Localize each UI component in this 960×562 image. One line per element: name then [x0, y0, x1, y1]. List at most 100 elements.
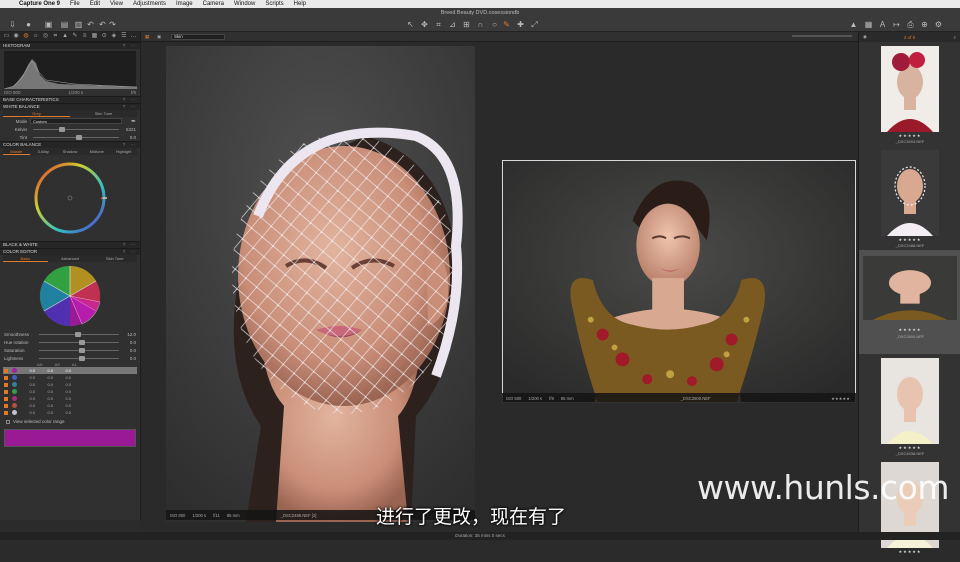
thumbnail-image[interactable]: [881, 46, 939, 132]
eye-icon[interactable]: ◉: [863, 34, 867, 40]
tab-shadow[interactable]: Shadow: [57, 148, 84, 155]
black-white-header[interactable]: BLACK & WHITE ? ⋯: [0, 241, 140, 248]
trash-icon[interactable]: ▥: [74, 20, 83, 29]
thumbnail-rating[interactable]: ★★★★★: [859, 133, 960, 138]
tab-advanced[interactable]: Advanced: [48, 255, 93, 262]
crop-icon[interactable]: ⌗: [434, 20, 443, 29]
thumbnail-rating[interactable]: ★★★★★: [859, 327, 960, 332]
tab-master[interactable]: Master: [3, 148, 30, 155]
wb-mode-select[interactable]: Custom: [30, 118, 122, 124]
thumbnail-image[interactable]: [881, 150, 939, 236]
local-adjust-tab-icon[interactable]: ✎: [71, 33, 78, 40]
hue-rotation-value[interactable]: 0.0: [122, 340, 136, 345]
color-range-row[interactable]: 0.0 0.0 0.0: [3, 395, 137, 402]
keystone-icon[interactable]: ⊞: [462, 20, 471, 29]
composition-tab-icon[interactable]: ⌗: [52, 33, 59, 40]
tab-3-way[interactable]: 3-Way: [30, 148, 57, 155]
color-range-row[interactable]: 0.0 0.0 0.0: [3, 367, 137, 374]
details-tab-icon[interactable]: ▲: [62, 33, 69, 40]
tab-skin-tone[interactable]: Skin Tone: [70, 110, 137, 117]
cursor-icon[interactable]: ↖: [406, 20, 415, 29]
menu-camera[interactable]: Camera: [198, 1, 229, 7]
white-balance-header[interactable]: WHITE BALANCE ? ⋯: [0, 103, 140, 110]
view-selected-range[interactable]: View selected color range: [0, 416, 140, 427]
exposure-tab-icon[interactable]: ☼: [32, 33, 39, 40]
guides-icon[interactable]: ▣: [157, 34, 161, 40]
adjustments-tab-icon[interactable]: ≡: [81, 33, 88, 40]
filmstrip-thumbnail[interactable]: ★★★★★ _DSC2600.NEF: [859, 250, 960, 354]
color-editor-wheel[interactable]: [0, 262, 140, 330]
base-characteristics-header[interactable]: BASE CHARACTERISTICS ? ⋯: [0, 96, 140, 103]
eyedropper-icon[interactable]: ✒: [122, 118, 136, 125]
hue-rotation-slider[interactable]: [39, 339, 119, 345]
redo-icon[interactable]: ↷: [108, 20, 117, 29]
spot-icon[interactable]: ∩: [476, 20, 485, 29]
library-tab-icon[interactable]: ▭: [3, 33, 10, 40]
settings-icon[interactable]: ⚙: [934, 20, 943, 29]
menu-app-name[interactable]: Capture One 9: [14, 1, 65, 7]
grid-toggle-icon[interactable]: ▦: [145, 34, 149, 40]
menu-scripts[interactable]: Scripts: [260, 1, 288, 7]
lens-tab-icon[interactable]: ◎: [42, 33, 49, 40]
print-icon[interactable]: ⎙: [906, 20, 915, 29]
tint-slider[interactable]: [33, 134, 119, 140]
main-photo[interactable]: [166, 46, 475, 522]
range-enabled-checkbox[interactable]: [4, 368, 8, 373]
thumbnail-rating[interactable]: ★★★★★: [859, 445, 960, 450]
shopping-icon[interactable]: ⊕: [920, 20, 929, 29]
search-icon[interactable]: ⌕: [953, 35, 956, 40]
filmstrip-thumbnail[interactable]: ★★★★★ _DSC2488.NEF: [859, 146, 960, 250]
section-tools-icon[interactable]: ? ⋯: [123, 97, 140, 103]
capture-tab-icon[interactable]: ◉: [13, 33, 20, 40]
section-tools-icon[interactable]: ? ⋯: [123, 43, 140, 49]
batch-tab-icon[interactable]: ◈: [111, 33, 118, 40]
picker-icon[interactable]: ✚: [516, 20, 525, 29]
range-enabled-checkbox[interactable]: [4, 375, 8, 380]
grid-icon[interactable]: ▦: [864, 20, 873, 29]
range-enabled-checkbox[interactable]: [4, 382, 8, 387]
kelvin-slider[interactable]: [33, 126, 119, 132]
filmstrip-thumbnail[interactable]: ★★★★★ _DSC3493.NEF: [859, 42, 960, 146]
section-tools-icon[interactable]: ? ⋯: [123, 242, 140, 248]
smoothness-value[interactable]: 12.0: [122, 332, 136, 337]
range-enabled-checkbox[interactable]: [4, 389, 8, 394]
more-tab-icon[interactable]: …: [130, 33, 137, 40]
tab-grey[interactable]: Grey: [3, 110, 70, 117]
color-range-row[interactable]: 0.0 0.0 0.0: [3, 374, 137, 381]
view-range-checkbox[interactable]: [6, 419, 10, 424]
color-range-row[interactable]: 0.0 0.0 0.0: [3, 388, 137, 395]
warning-icon[interactable]: ▲: [849, 20, 858, 29]
menu-image[interactable]: Image: [171, 1, 198, 7]
color-range-row[interactable]: 0.0 0.0 0.0: [3, 402, 137, 409]
saturation-slider[interactable]: [39, 347, 119, 353]
thumbnail-image[interactable]: [863, 256, 957, 320]
color-tab-icon[interactable]: ◍: [23, 33, 30, 40]
straighten-icon[interactable]: ⊿: [448, 20, 457, 29]
styles-tab-icon[interactable]: ☰: [120, 33, 127, 40]
menu-file[interactable]: File: [65, 1, 85, 7]
export-icon[interactable]: ↦: [892, 20, 901, 29]
tab-highlight[interactable]: Highlight: [110, 148, 137, 155]
color-range-row[interactable]: 0.0 0.0 0.0: [3, 409, 137, 416]
copy-adjustments-icon[interactable]: ⤢: [530, 20, 539, 29]
import-icon[interactable]: ⇩: [8, 20, 17, 29]
lightness-slider[interactable]: [39, 355, 119, 361]
tab-midtone[interactable]: Midtone: [83, 148, 110, 155]
camera-icon[interactable]: ▣: [44, 20, 53, 29]
tab-skin-tone-editor[interactable]: Skin Tone: [92, 255, 137, 262]
thumbnail-image[interactable]: [881, 358, 939, 444]
histogram-header[interactable]: HISTOGRAM ? ⋯: [0, 42, 140, 49]
color-editor-header[interactable]: COLOR EDITOR ? ⋯: [0, 248, 140, 255]
thumbnail-rating[interactable]: ★★★★★: [859, 237, 960, 242]
pan-icon[interactable]: ✥: [420, 20, 429, 29]
folder-icon[interactable]: ▤: [60, 20, 69, 29]
menu-window[interactable]: Window: [229, 1, 260, 7]
saturation-value[interactable]: 0.0: [122, 348, 136, 353]
brush-icon[interactable]: ✎: [502, 20, 511, 29]
undo-icon[interactable]: ↶: [98, 20, 107, 29]
lightness-value[interactable]: 0.0: [122, 356, 136, 361]
menu-help[interactable]: Help: [289, 1, 311, 7]
thumbnail-rating[interactable]: ★★★★★: [859, 549, 960, 554]
output-tab-icon[interactable]: ⊙: [101, 33, 108, 40]
wb-tint-value[interactable]: 0.0: [122, 135, 136, 140]
